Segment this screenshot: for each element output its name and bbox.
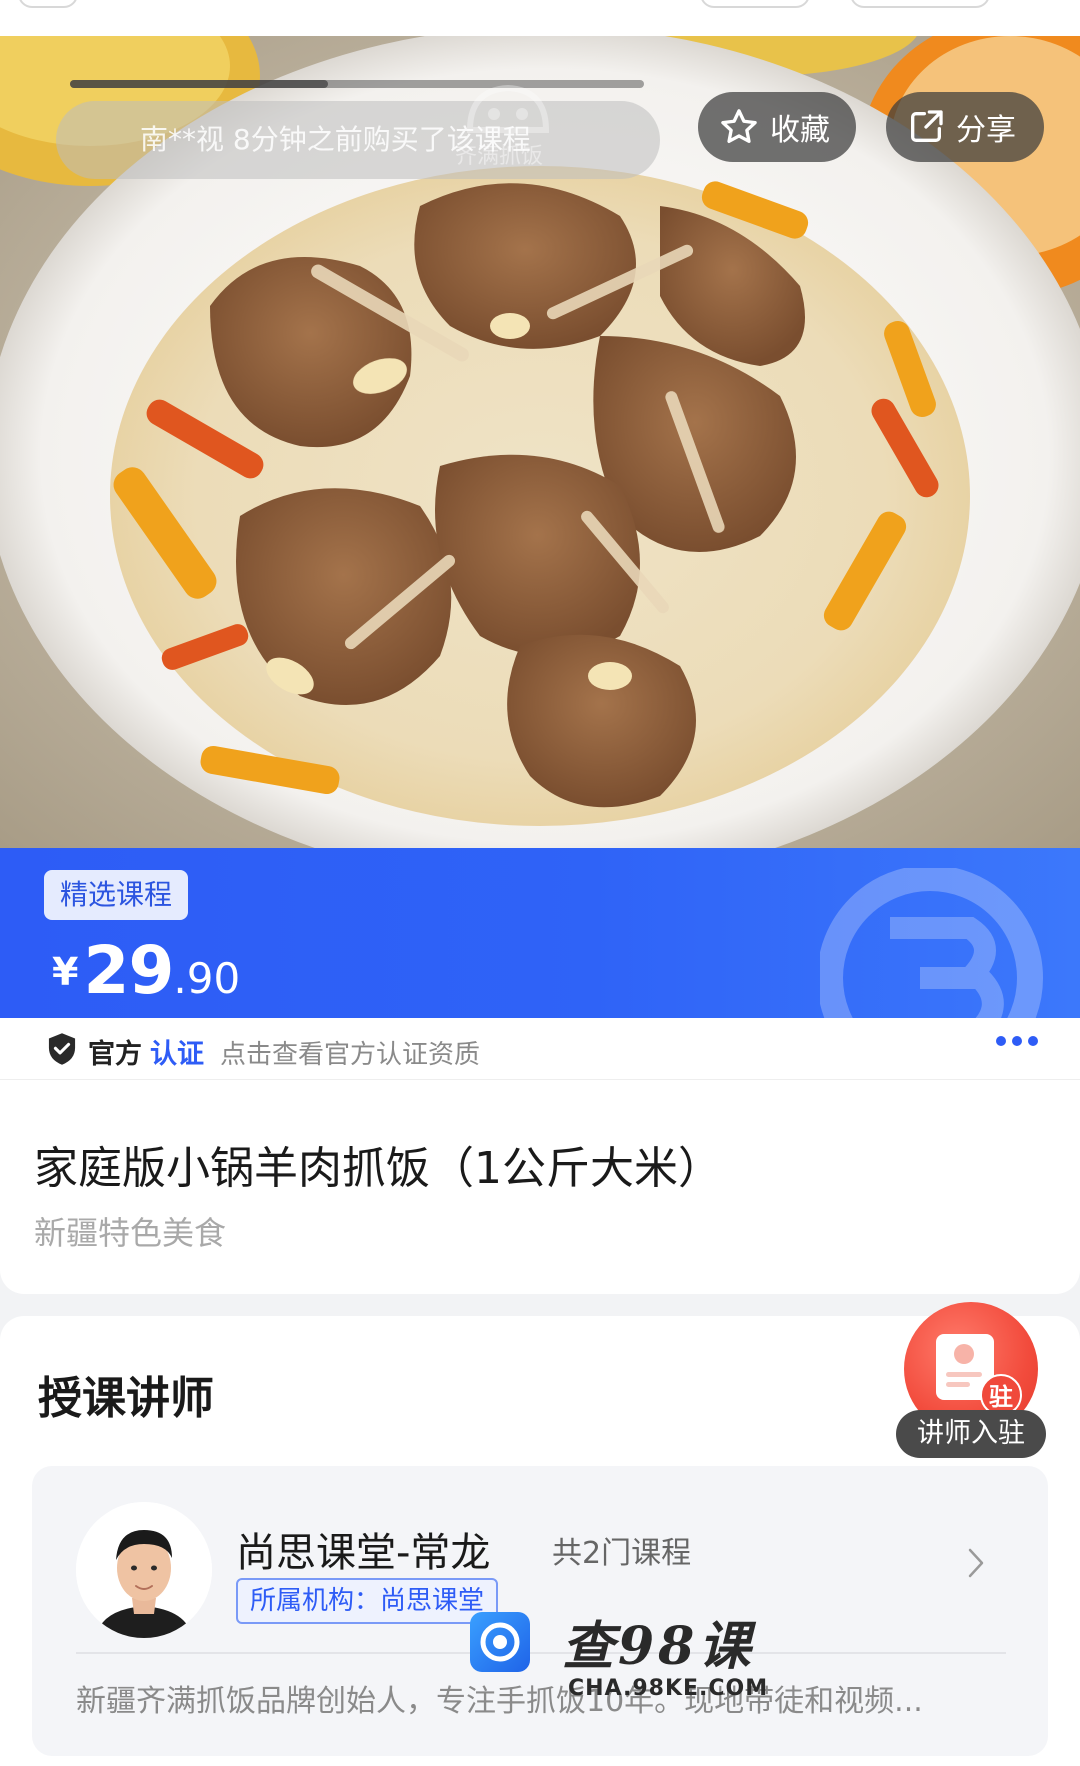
shield-check-icon [48, 1033, 76, 1065]
course-detail-page: 南**视 8分钟之前购买了该课程 齐满抓饭 收藏 分享 精选课程 ¥ 29.90… [0, 0, 1080, 1766]
more-options-icon[interactable] [996, 1036, 1038, 1046]
favorite-button[interactable]: 收藏 [698, 92, 856, 162]
top-action-pill[interactable] [700, 0, 810, 8]
notice-progress-fill [70, 80, 329, 88]
share-icon [911, 110, 943, 142]
course-info-card: 家庭版小锅羊肉抓饭（1公斤大米） 新疆特色美食 [0, 1080, 1080, 1294]
notice-progress-bar [70, 80, 644, 88]
currency-symbol: ¥ [52, 950, 79, 994]
purchase-notice: 南**视 8分钟之前购买了该课程 [56, 101, 660, 179]
watermark-main-text: 查98课 [562, 1616, 755, 1677]
share-label: 分享 [956, 113, 1016, 148]
teacher-name: 尚思课堂-常龙 [236, 1530, 491, 1576]
top-bar [0, 0, 1080, 36]
course-subtitle: 新疆特色美食 [34, 1214, 227, 1252]
back-button[interactable] [18, 0, 78, 8]
top-action-pill[interactable] [850, 0, 990, 8]
course-title: 家庭版小锅羊肉抓饭（1公斤大米） [34, 1143, 722, 1194]
price-integer: 29 [83, 932, 175, 1009]
course-cover-image: 南**视 8分钟之前购买了该课程 齐满抓饭 收藏 分享 [0, 36, 1080, 848]
avatar [76, 1502, 212, 1638]
brand-watermark-logo [466, 84, 550, 133]
share-button[interactable]: 分享 [886, 92, 1044, 162]
teacher-join-button[interactable]: 驻 讲师入驻 [896, 1302, 1046, 1462]
official-certification-bar[interactable]: 官方 认证 点击查看官方认证资质 [0, 1018, 1080, 1080]
join-label: 讲师入驻 [896, 1410, 1046, 1458]
star-icon [721, 109, 757, 144]
certification-description: 点击查看官方认证资质 [220, 1040, 481, 1070]
price-banner: 精选课程 ¥ 29.90 [0, 848, 1080, 1018]
brand-watermark-text: 齐满抓饭 [455, 144, 544, 169]
price-decimal: .90 [173, 954, 241, 1003]
watermark-url: CHA.98KE.COM [568, 1676, 769, 1701]
watermark-logo-icon [470, 1612, 530, 1672]
certified-label: 认证 [150, 1039, 204, 1070]
chevron-right-icon [968, 1548, 984, 1578]
official-label: 官方 [88, 1039, 142, 1070]
teacher-course-count: 共2门课程 [552, 1536, 692, 1571]
teacher-portrait [76, 1502, 212, 1638]
favorite-label: 收藏 [770, 113, 830, 148]
teacher-section-heading: 授课讲师 [38, 1373, 214, 1424]
teacher-organization: 所属机构：尚思课堂 [236, 1578, 499, 1624]
featured-course-tag: 精选课程 [44, 870, 189, 920]
site-watermark: 查98课 CHA.98KE.COM [470, 1606, 767, 1716]
brand-watermark-icon [820, 868, 1043, 1018]
course-price: ¥ 29.90 [52, 932, 240, 1009]
